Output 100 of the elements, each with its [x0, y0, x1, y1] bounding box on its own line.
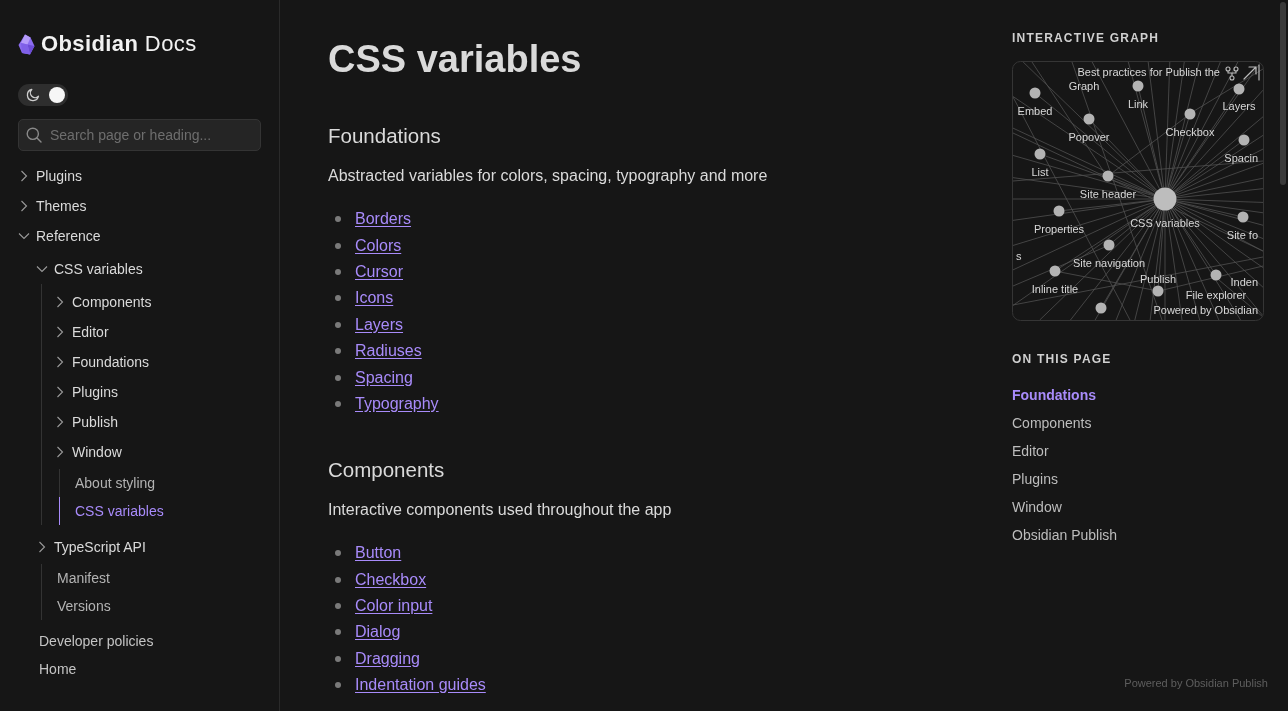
bullet-icon	[335, 682, 341, 689]
node-label: Powered by Obsidian	[1153, 304, 1258, 316]
switch-knob	[49, 87, 65, 103]
graph-node[interactable]	[1238, 134, 1250, 146]
page-title: CSS variables	[328, 37, 583, 82]
toc-link[interactable]: Obsidian Publish	[1012, 521, 1118, 549]
nav-folder[interactable]: CSS variables	[36, 254, 261, 284]
graph-node[interactable]	[1083, 113, 1095, 125]
section-intro: Interactive components used throughout the app	[328, 500, 673, 521]
toc-link[interactable]: Components	[1012, 409, 1092, 437]
graph-title: INTERACTIVE GRAPH	[1012, 30, 1160, 46]
graph-node[interactable]	[1102, 170, 1114, 182]
page-link[interactable]: Dialog	[355, 623, 401, 642]
node-label: Site header	[1079, 188, 1137, 200]
nav-item[interactable]: Developer policies	[23, 627, 261, 655]
search-field[interactable]: Search page or heading...	[18, 119, 261, 151]
section-heading: Components	[328, 457, 446, 484]
nav-folder[interactable]: Foundations	[54, 347, 261, 377]
graph-node[interactable]	[1237, 211, 1249, 223]
page-link[interactable]: Checkbox	[355, 570, 427, 589]
graph-node[interactable]	[1029, 87, 1041, 99]
page-link[interactable]: Radiuses	[355, 342, 422, 361]
nav-item[interactable]: Manifest	[41, 564, 261, 592]
node-label: Graph	[1068, 80, 1100, 92]
page-link[interactable]: Borders	[355, 210, 412, 229]
nav-folder[interactable]: Editor	[54, 317, 261, 347]
node-label: Best practices for Publish the	[1077, 66, 1220, 78]
graph-node[interactable]	[1233, 83, 1245, 95]
page-link[interactable]: Colors	[355, 236, 402, 255]
nav-item[interactable]: Home	[23, 655, 261, 683]
page-link[interactable]: Indentation guides	[355, 676, 486, 695]
graph-node[interactable]	[1152, 285, 1164, 297]
toc-link[interactable]: Plugins	[1012, 465, 1058, 493]
graph-node[interactable]	[1210, 269, 1222, 281]
node-label: Popover	[1068, 131, 1110, 143]
search-icon	[26, 127, 42, 143]
toc-title: ON THIS PAGE	[1012, 351, 1112, 367]
bullet-icon	[335, 321, 341, 328]
graph-icon[interactable]	[1225, 66, 1239, 81]
bullet-icon	[335, 374, 341, 381]
page-link[interactable]: Color input	[355, 597, 433, 616]
graph-node[interactable]	[1095, 302, 1107, 314]
page-link[interactable]: Cursor	[355, 262, 403, 281]
graph-node[interactable]	[1049, 265, 1061, 277]
graph-node[interactable]	[1034, 148, 1046, 160]
bullet-icon	[335, 400, 341, 407]
graph-node[interactable]	[1184, 108, 1196, 120]
toc-link[interactable]: Foundations	[1012, 381, 1096, 409]
node-label: Embed	[1017, 105, 1053, 117]
moon-icon	[26, 88, 40, 102]
bullet-icon	[335, 629, 341, 636]
site-title[interactable]: Obsidian Docs	[41, 31, 197, 57]
section-heading: Foundations	[328, 123, 442, 149]
scrollbar-thumb[interactable]	[1280, 2, 1286, 185]
bullet-icon	[335, 295, 341, 302]
page-link[interactable]: Icons	[355, 289, 394, 308]
graph-node[interactable]	[1103, 239, 1115, 251]
nav-item[interactable]: About styling	[59, 469, 261, 497]
bullet-icon	[335, 550, 341, 557]
node-label: Link	[1127, 98, 1149, 110]
page-link[interactable]: Layers	[355, 315, 404, 334]
node-label: Layers	[1222, 100, 1256, 112]
node-label: File explorer	[1185, 289, 1247, 301]
expand-icon[interactable]	[1243, 64, 1260, 81]
theme-toggle[interactable]	[18, 84, 68, 106]
graph-view[interactable]	[1012, 61, 1264, 321]
nav-item[interactable]: Versions	[41, 592, 261, 620]
nav-folder[interactable]: Plugins	[54, 377, 261, 407]
node-label: Spacin	[1224, 152, 1258, 164]
section-intro: Abstracted variables for colors, spacing, typography and more	[328, 166, 769, 186]
node-label: Inden	[1230, 276, 1258, 288]
page-link[interactable]: Button	[355, 544, 402, 563]
bullet-icon	[335, 576, 341, 583]
bullet-icon	[335, 268, 341, 275]
page-link[interactable]: Dragging	[355, 649, 420, 668]
nav-folder[interactable]: Window	[54, 437, 261, 467]
graph-node[interactable]	[1153, 187, 1177, 211]
node-label: Properties	[1033, 223, 1085, 235]
nav-folder[interactable]: Themes	[18, 191, 261, 221]
page-link[interactable]: Spacing	[355, 368, 413, 387]
toc-link[interactable]: Window	[1012, 493, 1062, 521]
nav-folder[interactable]: Publish	[54, 407, 261, 437]
graph-node[interactable]	[1053, 205, 1065, 217]
nav-folder[interactable]: Components	[54, 287, 261, 317]
bullet-icon	[335, 655, 341, 662]
nav-folder[interactable]: Plugins	[18, 161, 261, 191]
node-label: List	[1031, 166, 1049, 178]
nav-folder[interactable]: TypeScript API	[36, 532, 261, 562]
page-link[interactable]: Typography	[355, 394, 439, 413]
nav-item[interactable]: CSS variables	[59, 497, 261, 525]
bullet-icon	[335, 348, 341, 355]
nav-folder[interactable]: Reference	[18, 221, 261, 251]
node-label: s	[1016, 250, 1022, 262]
node-label: Site fo	[1226, 229, 1258, 241]
bullet-icon	[335, 216, 341, 223]
graph-node[interactable]	[1132, 80, 1144, 92]
node-label: CSS variables	[1130, 217, 1200, 229]
toc-link[interactable]: Editor	[1012, 437, 1049, 465]
bullet-icon	[335, 603, 341, 610]
bullet-icon	[335, 242, 341, 249]
